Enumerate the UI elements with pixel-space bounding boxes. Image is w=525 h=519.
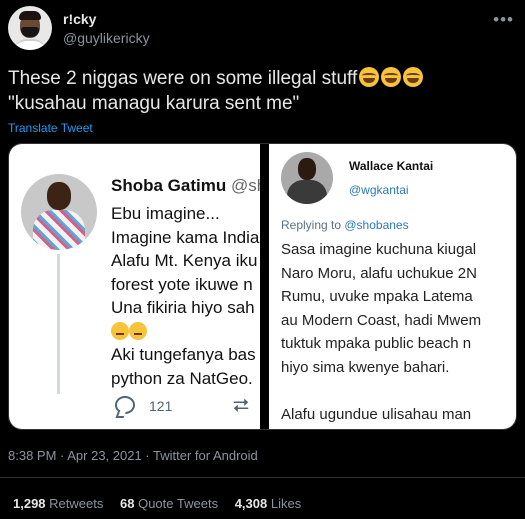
likes-label: Likes bbox=[270, 496, 302, 511]
right-line: Rumu, uvuke mpaka Latema bbox=[281, 288, 473, 305]
author-display-name[interactable]: r!cky bbox=[63, 11, 96, 27]
quotes-count: 68 bbox=[120, 496, 135, 511]
right-author-name: Wallace Kantai bbox=[349, 159, 434, 173]
tweet-timestamp[interactable]: 8:38 PM · Apr 23, 2021 · Twitter for And… bbox=[8, 448, 258, 463]
tweet-text: These 2 niggas were on some illegal stuf… bbox=[8, 66, 518, 116]
thinking-face-icon bbox=[129, 321, 147, 340]
tweet-stats: 1,298 Retweets 68 Quote Tweets 4,308 Lik… bbox=[13, 496, 301, 511]
retweets-stat[interactable]: 1,298 Retweets bbox=[13, 496, 103, 511]
shoba-avatar bbox=[21, 174, 97, 250]
author-handle[interactable]: @guylikericky bbox=[63, 30, 150, 46]
left-line: Aki tungefanya bas bbox=[111, 345, 256, 364]
replying-to: Replying to @shobanes bbox=[281, 218, 409, 232]
wallace-avatar bbox=[281, 152, 333, 204]
left-tweet-author: Shoba Gatimu @sh bbox=[111, 176, 260, 196]
avatar[interactable] bbox=[8, 6, 52, 50]
right-author-handle: @wgkantai bbox=[349, 183, 409, 197]
quote-tweets-stat[interactable]: 68 Quote Tweets bbox=[120, 496, 218, 511]
left-author-name: Shoba Gatimu bbox=[111, 176, 227, 195]
tweet-media[interactable]: Shoba Gatimu @sh Ebu imagine... Imagine … bbox=[8, 143, 517, 430]
left-line: Una fikiria hiyo sah bbox=[111, 298, 255, 317]
left-line: python za NatGeo. bbox=[111, 368, 253, 388]
right-last-line: Alafu ugundue ulisahau man bbox=[281, 406, 472, 423]
likes-count: 4,308 bbox=[234, 496, 268, 511]
reply-count: 121 bbox=[149, 398, 173, 414]
tweet-line-2: "kusahau managu karura sent me" bbox=[8, 93, 300, 114]
thinking-emoji-row bbox=[111, 320, 260, 344]
face-with-tears-of-joy-icon bbox=[359, 67, 380, 87]
likes-stat[interactable]: 4,308 Likes bbox=[235, 496, 302, 511]
right-line: tuktuk mpaka public beach n bbox=[281, 335, 472, 352]
left-line: Imagine kama India bbox=[111, 227, 260, 247]
left-line: forest yote ikuwe n bbox=[111, 274, 253, 294]
replying-to-handle: @shobanes bbox=[344, 218, 409, 232]
right-line: hiyo sima kwenye bahari. bbox=[281, 358, 450, 376]
retweet-icon: ⮂ bbox=[233, 395, 249, 417]
retweets-count: 1,298 bbox=[13, 496, 46, 511]
right-line: Naro Moru, alafu uchukue 2N bbox=[281, 264, 477, 282]
more-options-icon[interactable]: ••• bbox=[493, 10, 514, 30]
right-line: Sasa imagine kuchuna kiugal bbox=[281, 241, 477, 258]
thread-line bbox=[57, 254, 60, 394]
face-with-tears-of-joy-icon bbox=[381, 67, 402, 87]
screenshot-left[interactable]: Shoba Gatimu @sh Ebu imagine... Imagine … bbox=[9, 144, 260, 429]
comment-icon bbox=[115, 396, 135, 414]
thinking-face-icon bbox=[111, 321, 129, 340]
face-with-tears-of-joy-icon bbox=[403, 67, 424, 87]
left-tweet-body: Ebu imagine... Imagine kama India Alafu … bbox=[111, 202, 260, 390]
left-line: Ebu imagine... bbox=[111, 204, 220, 223]
quotes-label: Quote Tweets bbox=[138, 496, 219, 511]
left-line: Alafu Mt. Kenya iku bbox=[111, 251, 258, 270]
tweet-header: r!cky @guylikericky ••• bbox=[8, 6, 517, 52]
left-author-handle: @sh bbox=[230, 176, 260, 195]
right-line: au Modern Coast, hadi Mwem bbox=[281, 311, 482, 329]
divider bbox=[0, 477, 525, 478]
translate-tweet-link[interactable]: Translate Tweet bbox=[8, 121, 93, 135]
retweets-label: Retweets bbox=[49, 496, 104, 511]
right-tweet-body: Sasa imagine kuchuna kiugal Naro Moru, a… bbox=[281, 238, 481, 379]
replying-prefix: Replying to bbox=[281, 218, 345, 232]
tweet-line-1: These 2 niggas were on some illegal stuf… bbox=[8, 68, 358, 89]
screenshot-right[interactable]: Wallace Kantai @wgkantai Replying to @sh… bbox=[269, 144, 516, 429]
